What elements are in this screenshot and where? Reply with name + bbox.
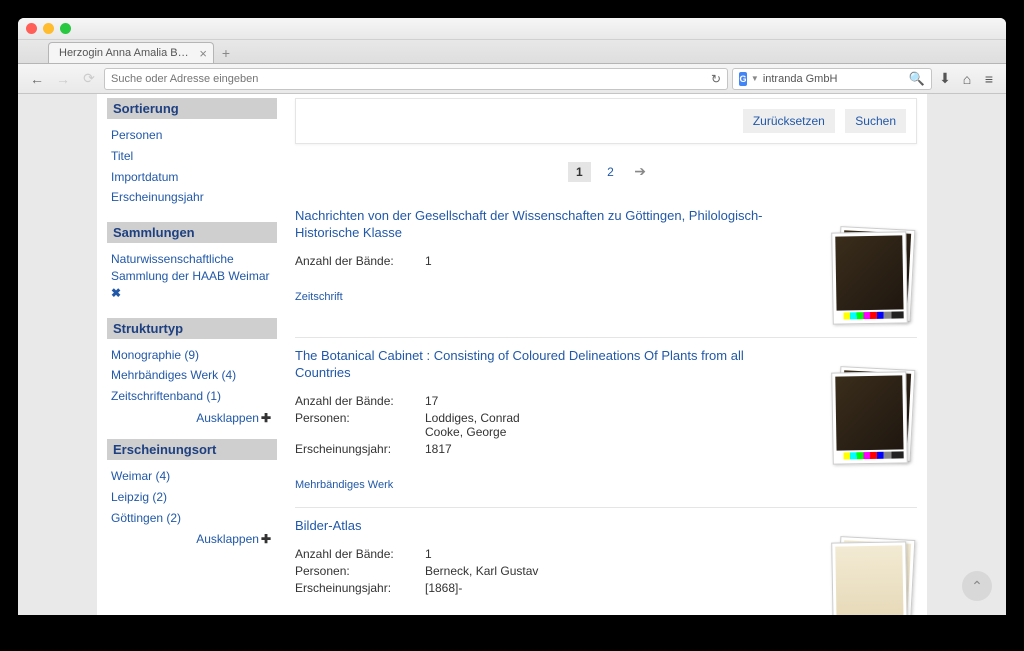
result-title-link[interactable]: Bilder-Atlas <box>295 518 917 535</box>
collection-active[interactable]: Naturwissenschaftliche Sammlung der HAAB… <box>111 249 273 303</box>
result-title-link[interactable]: The Botanical Cabinet : Consisting of Co… <box>295 348 917 382</box>
browser-tab[interactable]: Herzogin Anna Amalia Bibliothek - ... × <box>48 42 214 63</box>
search-icon[interactable]: 🔍 <box>909 71 925 87</box>
search-result: The Botanical Cabinet : Consisting of Co… <box>295 338 917 508</box>
place-option[interactable]: Weimar (4) <box>111 466 273 487</box>
result-meta-row: Anzahl der Bände:1 <box>295 547 917 561</box>
facet-sorting: Sortierung Personen Titel Importdatum Er… <box>107 98 277 210</box>
new-tab-button[interactable]: + <box>214 43 238 63</box>
minimize-window-button[interactable] <box>43 23 54 34</box>
place-option[interactable]: Göttingen (2) <box>111 508 273 529</box>
page-viewport: Sortierung Personen Titel Importdatum Er… <box>18 94 1006 615</box>
google-icon: G <box>739 72 747 86</box>
meta-label: Anzahl der Bände: <box>295 254 425 268</box>
result-meta-row: Personen:Berneck, Karl Gustav <box>295 564 917 578</box>
page-number-1[interactable]: 1 <box>568 162 591 182</box>
thumbnail-stack[interactable] <box>827 228 913 328</box>
result-meta-row: Erscheinungsjahr:1817 <box>295 442 917 456</box>
close-tab-icon[interactable]: × <box>199 46 207 61</box>
place-option[interactable]: Leipzig (2) <box>111 487 273 508</box>
plus-icon: ✚ <box>261 532 271 546</box>
result-meta-row: Erscheinungsjahr:[1868]- <box>295 581 917 595</box>
scroll-to-top-button[interactable]: ⌃ <box>962 571 992 601</box>
collection-label: Naturwissenschaftliche Sammlung der HAAB… <box>111 252 270 283</box>
results-main: Zurücksetzen Suchen 1 2 ➔ Nachrichten vo… <box>295 94 917 615</box>
browser-toolbar: ← → ⟳ ↻ G ▼ 🔍 ⬇ ⌂ ≡ <box>18 64 1006 94</box>
browser-tabbar: Herzogin Anna Amalia Bibliothek - ... × … <box>18 40 1006 64</box>
facet-collections: Sammlungen Naturwissenschaftliche Sammlu… <box>107 222 277 305</box>
search-input[interactable] <box>763 73 905 85</box>
meta-label: Personen: <box>295 564 425 578</box>
result-type-link[interactable]: Mehrbändiges Werk <box>295 479 393 491</box>
facet-header-collections: Sammlungen <box>107 222 277 243</box>
reload-small-button[interactable]: ⟳ <box>78 68 100 90</box>
meta-label: Erscheinungsjahr: <box>295 581 425 595</box>
meta-label: Anzahl der Bände: <box>295 547 425 561</box>
expand-place-button[interactable]: Ausklappen✚ <box>111 528 273 546</box>
thumbnail-front <box>831 541 908 615</box>
maximize-window-button[interactable] <box>60 23 71 34</box>
close-window-button[interactable] <box>26 23 37 34</box>
meta-label: Anzahl der Bände: <box>295 394 425 408</box>
facet-place: Erscheinungsort Weimar (4) Leipzig (2) G… <box>107 439 277 548</box>
sort-option[interactable]: Titel <box>111 146 273 167</box>
facet-header-sorting: Sortierung <box>107 98 277 119</box>
url-input-container: ↻ <box>104 68 728 90</box>
thumbnail-front <box>831 231 908 324</box>
facet-sidebar: Sortierung Personen Titel Importdatum Er… <box>107 94 277 615</box>
meta-label: Erscheinungsjahr: <box>295 442 425 456</box>
search-button[interactable]: Suchen <box>845 109 906 133</box>
thumbnail-stack[interactable] <box>827 368 913 468</box>
page-number-2[interactable]: 2 <box>599 162 622 182</box>
search-actions-bar: Zurücksetzen Suchen <box>295 98 917 144</box>
expand-label: Ausklappen <box>196 532 259 546</box>
facet-header-place: Erscheinungsort <box>107 439 277 460</box>
expand-label: Ausklappen <box>196 411 259 425</box>
reset-button[interactable]: Zurücksetzen <box>743 109 835 133</box>
thumbnail-stack[interactable] <box>827 538 913 615</box>
url-input[interactable] <box>111 73 705 85</box>
result-meta-row: Anzahl der Bände:17 <box>295 394 917 408</box>
search-result: Nachrichten von der Gesellschaft der Wis… <box>295 198 917 338</box>
search-engine-dropdown-icon[interactable]: ▼ <box>751 74 759 83</box>
reload-icon[interactable]: ↻ <box>705 72 721 86</box>
remove-facet-icon[interactable]: ✖ <box>111 286 121 300</box>
plus-icon: ✚ <box>261 411 271 425</box>
result-meta-row: Anzahl der Bände:1 <box>295 254 917 268</box>
result-type-link[interactable]: Zeitschrift <box>295 291 343 303</box>
tab-title: Herzogin Anna Amalia Bibliothek - ... <box>59 47 189 59</box>
structure-option[interactable]: Monographie (9) <box>111 345 273 366</box>
forward-button[interactable]: → <box>52 68 74 90</box>
pagination: 1 2 ➔ <box>295 162 917 182</box>
search-engine-container: G ▼ 🔍 <box>732 68 932 90</box>
sort-option[interactable]: Personen <box>111 125 273 146</box>
meta-label: Personen: <box>295 411 425 439</box>
home-icon[interactable]: ⌂ <box>958 70 976 88</box>
next-page-icon[interactable]: ➔ <box>634 163 646 180</box>
structure-option[interactable]: Mehrbändiges Werk (4) <box>111 365 273 386</box>
menu-icon[interactable]: ≡ <box>980 70 998 88</box>
expand-structure-button[interactable]: Ausklappen✚ <box>111 407 273 425</box>
sort-option[interactable]: Erscheinungsjahr <box>111 187 273 208</box>
search-result: Bilder-Atlas Anzahl der Bände:1 Personen:B… <box>295 508 917 615</box>
window-titlebar <box>18 18 1006 40</box>
facet-structure-type: Strukturtyp Monographie (9) Mehrbändiges… <box>107 318 277 427</box>
back-button[interactable]: ← <box>26 68 48 90</box>
facet-header-structure: Strukturtyp <box>107 318 277 339</box>
sort-option[interactable]: Importdatum <box>111 167 273 188</box>
result-title-link[interactable]: Nachrichten von der Gesellschaft der Wis… <box>295 208 917 242</box>
thumbnail-front <box>831 371 908 464</box>
downloads-icon[interactable]: ⬇ <box>936 70 954 88</box>
result-meta-row: Personen:Loddiges, Conrad Cooke, George <box>295 411 917 439</box>
structure-option[interactable]: Zeitschriftenband (1) <box>111 386 273 407</box>
